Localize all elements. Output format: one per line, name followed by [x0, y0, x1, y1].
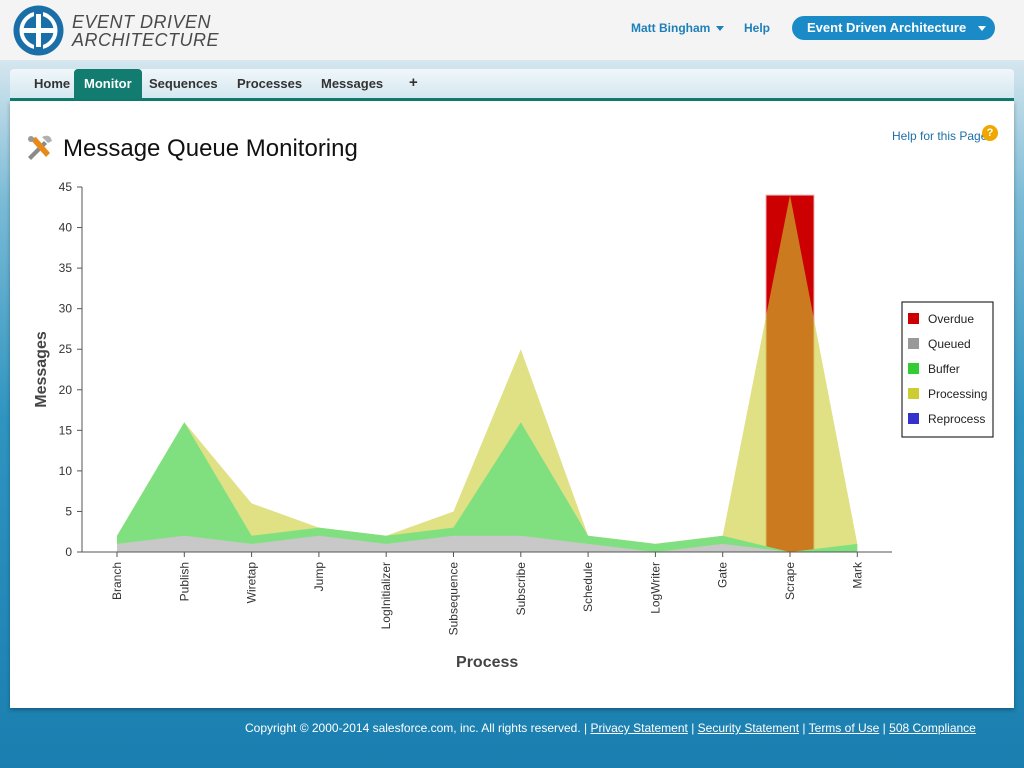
- x-tick-label-scrape: Scrape: [783, 562, 797, 600]
- terms-of-use-link[interactable]: Terms of Use: [809, 721, 880, 735]
- tab-home[interactable]: Home: [24, 69, 80, 98]
- legend-label-buffer: Buffer: [928, 362, 960, 376]
- x-tick-label-subsequence: Subsequence: [447, 562, 461, 636]
- app-logo[interactable]: EVENT DRIVEN ARCHITECTURE: [12, 4, 219, 60]
- security-statement-link[interactable]: Security Statement: [698, 721, 799, 735]
- footer-separator: |: [882, 721, 886, 735]
- x-tick-label-mark: Mark: [850, 561, 864, 589]
- y-tick-label-20: 20: [59, 383, 73, 397]
- y-tick-label-45: 45: [59, 180, 73, 194]
- tab-processes[interactable]: Processes: [227, 69, 312, 98]
- tab-sequences[interactable]: Sequences: [139, 69, 228, 98]
- x-tick-label-wiretap: Wiretap: [245, 562, 259, 604]
- footer-separator: |: [691, 721, 695, 735]
- legend-label-reprocess: Reprocess: [928, 412, 985, 426]
- y-tick-label-25: 25: [59, 342, 73, 356]
- logo-mark-icon: [13, 5, 64, 56]
- help-link[interactable]: Help: [744, 21, 770, 35]
- legend-swatch-buffer: [908, 363, 919, 374]
- legend-label-queued: Queued: [928, 337, 971, 351]
- y-tick-label-15: 15: [59, 423, 73, 437]
- y-tick-label-0: 0: [65, 545, 72, 559]
- copyright-text: Copyright © 2000-2014 salesforce.com, in…: [245, 721, 588, 735]
- x-tick-label-branch: Branch: [110, 562, 124, 600]
- tab-monitor[interactable]: Monitor: [74, 69, 142, 98]
- add-tab-button[interactable]: +: [399, 69, 428, 98]
- legend-swatch-reprocess: [908, 413, 919, 424]
- x-tick-label-schedule: Schedule: [581, 562, 595, 612]
- logo-wordmark: EVENT DRIVEN ARCHITECTURE: [72, 13, 219, 49]
- footer: Copyright © 2000-2014 salesforce.com, in…: [245, 721, 976, 735]
- footer-separator: |: [802, 721, 806, 735]
- y-tick-label-5: 5: [65, 504, 72, 518]
- legend-label-overdue: Overdue: [928, 312, 974, 326]
- y-tick-label-10: 10: [59, 464, 73, 478]
- x-axis-label: Process: [456, 654, 518, 671]
- x-tick-label-logwriter: LogWriter: [648, 562, 662, 614]
- legend-swatch-processing: [908, 388, 919, 399]
- x-tick-label-subscribe: Subscribe: [514, 562, 528, 616]
- compliance-link[interactable]: 508 Compliance: [889, 721, 976, 735]
- tab-bar: Home Monitor Sequences Processes Message…: [10, 69, 1014, 101]
- chart-legend: Overdue Queued Buffer Processing Reprocess: [901, 301, 994, 438]
- chevron-down-icon: [978, 26, 986, 31]
- y-axis-label: Messages: [33, 331, 50, 408]
- y-tick-label-30: 30: [59, 302, 73, 316]
- privacy-statement-link[interactable]: Privacy Statement: [590, 721, 687, 735]
- y-tick-label-40: 40: [59, 221, 73, 235]
- logo-line-2: ARCHITECTURE: [72, 30, 220, 50]
- x-tick-label-jump: Jump: [312, 562, 326, 592]
- legend-swatch-queued: [908, 338, 919, 349]
- user-menu[interactable]: Matt Bingham: [631, 21, 725, 35]
- message-queue-chart: 0 5 10 15 20 25 30 35 40 45 Branch Publish Wiretap Ju…: [33, 180, 994, 671]
- x-tick-label-publish: Publish: [177, 562, 191, 601]
- main-panel: Message Queue Monitoring Help for this P…: [10, 101, 1014, 708]
- chart-plot-area: [117, 194, 858, 553]
- legend-label-processing: Processing: [928, 387, 987, 401]
- user-name: Matt Bingham: [631, 21, 711, 35]
- x-tick-label-gate: Gate: [716, 562, 730, 588]
- logo-line-1: EVENT DRIVEN: [72, 12, 212, 32]
- app-switcher-button[interactable]: Event Driven Architecture: [792, 16, 995, 40]
- app-name: Event Driven Architecture: [807, 20, 967, 35]
- legend-swatch-overdue: [908, 313, 919, 324]
- y-tick-label-35: 35: [59, 261, 73, 275]
- x-tick-label-loginitializer: LogInitializer: [379, 562, 393, 629]
- tab-messages[interactable]: Messages: [311, 69, 393, 98]
- chevron-down-icon: [716, 26, 725, 32]
